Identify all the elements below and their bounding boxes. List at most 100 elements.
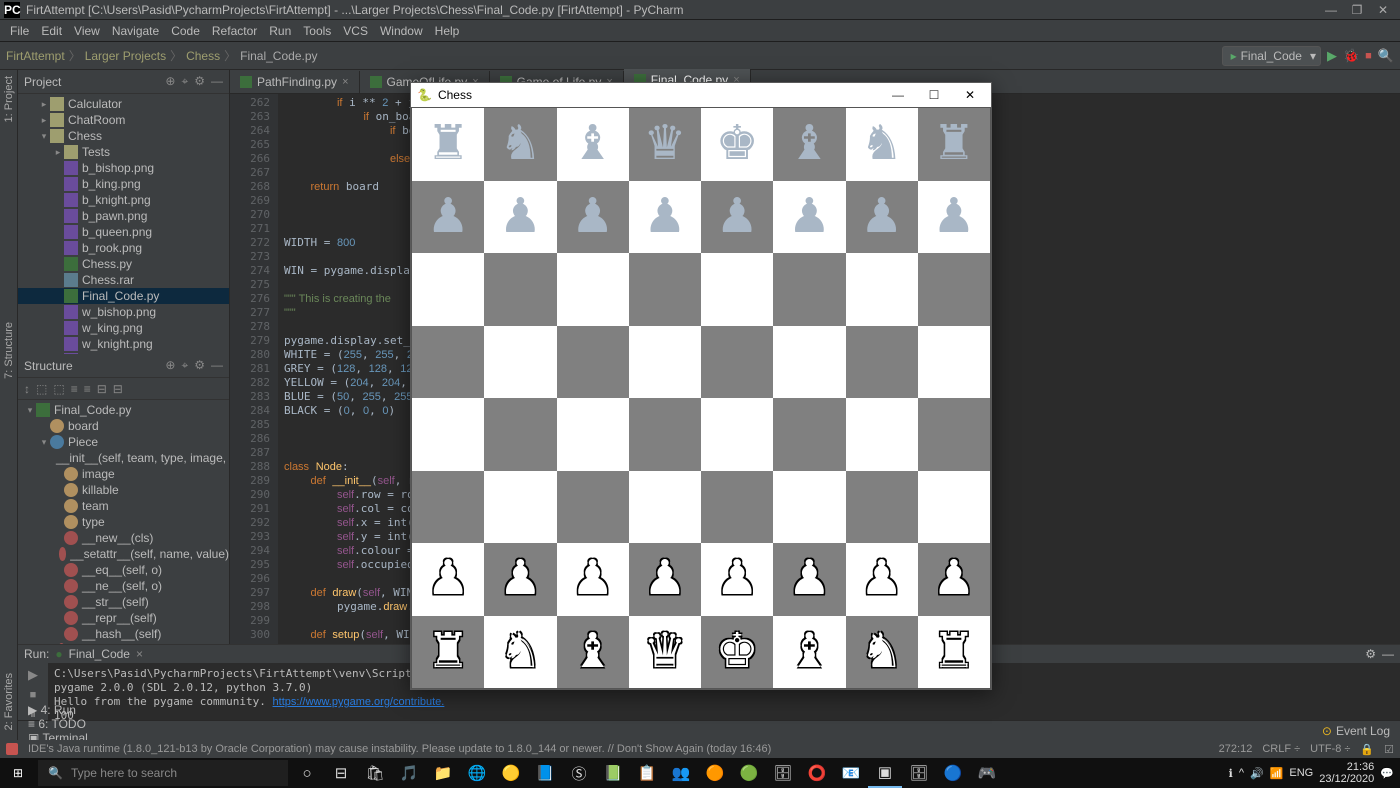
chess-square[interactable] <box>412 253 484 326</box>
project-item[interactable]: ▾Chess <box>18 128 229 144</box>
start-button[interactable]: ⊞ <box>0 758 36 788</box>
rerun-icon[interactable]: ▶ <box>28 667 38 683</box>
chess-square[interactable] <box>846 326 918 399</box>
project-tab[interactable]: 1: Project <box>3 76 15 122</box>
search-icon[interactable]: 🔍 <box>1378 48 1394 64</box>
project-item[interactable]: Final_Code.py <box>18 288 229 304</box>
b_bishop-piece[interactable]: ♝ <box>788 120 831 168</box>
chess-square[interactable] <box>918 326 990 399</box>
project-item[interactable]: w_bishop.png <box>18 304 229 320</box>
w_pawn-piece[interactable]: ♟ <box>643 555 686 603</box>
chess-square[interactable] <box>773 471 845 544</box>
chess-square[interactable] <box>629 326 701 399</box>
menu-help[interactable]: Help <box>429 24 466 38</box>
chess-square[interactable] <box>557 326 629 399</box>
circle-icon[interactable]: ⭕ <box>800 758 834 788</box>
status-message[interactable]: IDE's Java runtime (1.8.0_121-b13 by Ora… <box>28 743 771 755</box>
structure-item[interactable]: type <box>18 514 229 530</box>
chess-square[interactable]: ♟ <box>484 543 556 616</box>
pygame-window[interactable]: 🐍 Chess — ☐ ✕ ♜♞♝♛♚♝♞♜♟♟♟♟♟♟♟♟♟♟♟♟♟♟♟♟♜♞… <box>410 82 992 690</box>
project-item[interactable]: b_knight.png <box>18 192 229 208</box>
run-icon[interactable]: ▶ <box>1327 48 1337 64</box>
chess-square[interactable] <box>773 253 845 326</box>
hide-icon[interactable]: — <box>1382 647 1394 661</box>
pygame-minimize[interactable]: — <box>883 88 913 102</box>
menu-view[interactable]: View <box>68 24 106 38</box>
edge-icon[interactable]: 🌐 <box>460 758 494 788</box>
chess-square[interactable]: ♜ <box>918 108 990 181</box>
chess-square[interactable]: ♜ <box>918 616 990 689</box>
tray-icon[interactable]: ℹ <box>1229 767 1233 780</box>
chess-square[interactable]: ♟ <box>629 543 701 616</box>
chess-square[interactable]: ♟ <box>701 181 773 254</box>
chess-square[interactable] <box>629 253 701 326</box>
chess-square[interactable]: ♟ <box>557 543 629 616</box>
project-item[interactable]: Chess.rar <box>18 272 229 288</box>
w_bishop-piece[interactable]: ♝ <box>571 628 614 676</box>
cortana-icon[interactable]: ○ <box>290 758 324 788</box>
b_knight-piece[interactable]: ♞ <box>499 120 542 168</box>
project-tree[interactable]: ▸Calculator▸ChatRoom▾Chess▸Testsb_bishop… <box>18 94 229 354</box>
blender-icon[interactable]: 🟠 <box>698 758 732 788</box>
w_rook-piece[interactable]: ♜ <box>932 628 975 676</box>
filter6-icon[interactable]: ⊟ <box>113 382 123 396</box>
wifi-icon[interactable]: 📶 <box>1270 767 1284 780</box>
project-item[interactable]: ▸Tests <box>18 144 229 160</box>
menu-navigate[interactable]: Navigate <box>106 24 165 38</box>
filter1-icon[interactable]: ⬚ <box>36 382 47 396</box>
taskview-icon[interactable]: ⊟ <box>324 758 358 788</box>
collapse-icon[interactable]: ⊕ <box>165 74 175 89</box>
project-item[interactable]: b_bishop.png <box>18 160 229 176</box>
w_rook-piece[interactable]: ♜ <box>427 628 470 676</box>
skype-icon[interactable]: Ⓢ <box>562 758 596 788</box>
b_pawn-piece[interactable]: ♟ <box>932 193 975 241</box>
chess-square[interactable] <box>846 253 918 326</box>
structure-item[interactable]: __repr__(self) <box>18 610 229 626</box>
w_knight-piece[interactable]: ♞ <box>860 628 903 676</box>
chess-square[interactable]: ♟ <box>773 543 845 616</box>
w_queen-piece[interactable]: ♛ <box>643 628 686 676</box>
chess-square[interactable] <box>484 471 556 544</box>
w_pawn-piece[interactable]: ♟ <box>716 555 759 603</box>
b_bishop-piece[interactable]: ♝ <box>571 120 614 168</box>
gear-icon[interactable]: ⚙ <box>1365 647 1376 661</box>
b_pawn-piece[interactable]: ♟ <box>427 193 470 241</box>
locate-icon[interactable]: ⌖ <box>181 74 188 89</box>
chess-square[interactable] <box>629 471 701 544</box>
chess-square[interactable] <box>918 253 990 326</box>
chess-square[interactable]: ♞ <box>846 108 918 181</box>
warn-icon[interactable] <box>6 743 18 755</box>
menu-refactor[interactable]: Refactor <box>206 24 263 38</box>
chess-square[interactable] <box>557 471 629 544</box>
close-tab-icon[interactable]: × <box>136 647 143 661</box>
debug-icon[interactable]: 🐞 <box>1343 48 1359 64</box>
system-tray[interactable]: ℹ ^ 🔊 📶 ENG 21:36 23/12/2020 💬 <box>1223 761 1400 785</box>
chess-square[interactable]: ♟ <box>701 543 773 616</box>
w_pawn-piece[interactable]: ♟ <box>932 555 975 603</box>
filter5-icon[interactable]: ⊟ <box>97 382 107 396</box>
inspection-icon[interactable]: ☑ <box>1384 743 1394 756</box>
explorer-icon[interactable]: 📁 <box>426 758 460 788</box>
chess-square[interactable]: ♞ <box>484 616 556 689</box>
chess-square[interactable]: ♜ <box>412 108 484 181</box>
locate-icon[interactable]: ⌖ <box>181 358 188 373</box>
project-item[interactable]: Chess.py <box>18 256 229 272</box>
taskbar-search[interactable]: 🔍 Type here to search <box>38 760 288 786</box>
chess-square[interactable]: ♟ <box>918 181 990 254</box>
chess-square[interactable]: ♟ <box>557 181 629 254</box>
w_pawn-piece[interactable]: ♟ <box>499 555 542 603</box>
restore-button[interactable]: ❐ <box>1344 3 1370 17</box>
structure-item[interactable]: killable <box>18 482 229 498</box>
teams-icon[interactable]: 👥 <box>664 758 698 788</box>
chess-square[interactable] <box>773 398 845 471</box>
close-button[interactable]: ✕ <box>1370 3 1396 17</box>
bottom-tool[interactable]: ▶ 4: Run <box>18 703 141 717</box>
chess-square[interactable]: ♟ <box>773 181 845 254</box>
project-item[interactable]: w_knight.png <box>18 336 229 352</box>
project-item[interactable]: w_king.png <box>18 320 229 336</box>
hide-icon[interactable]: — <box>211 74 223 89</box>
w_pawn-piece[interactable]: ♟ <box>860 555 903 603</box>
structure-item[interactable]: ▾Final_Code.py <box>18 402 229 418</box>
b_pawn-piece[interactable]: ♟ <box>860 193 903 241</box>
chess-square[interactable]: ♟ <box>629 181 701 254</box>
